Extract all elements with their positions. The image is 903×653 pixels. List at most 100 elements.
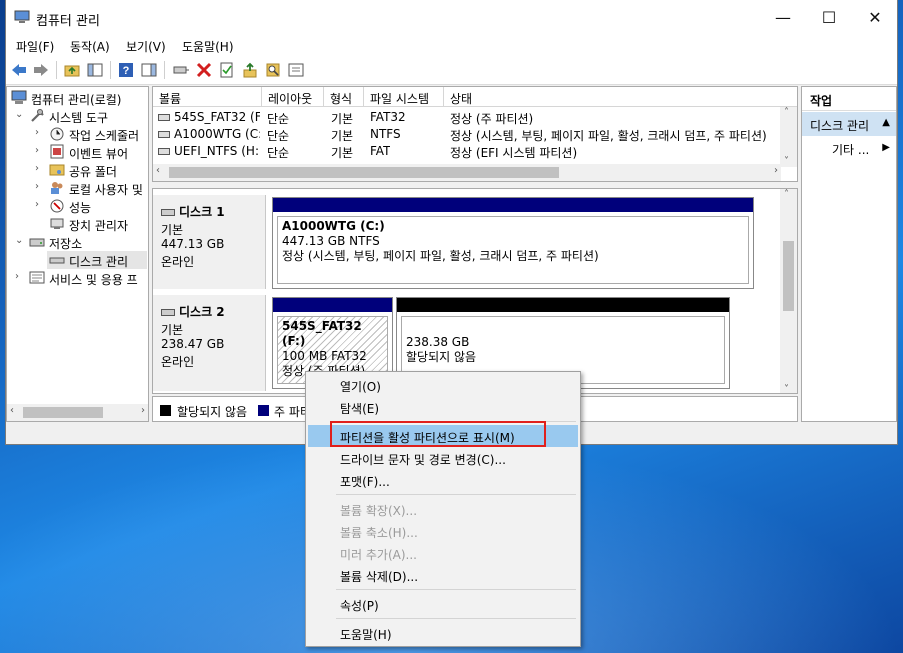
chevron-right-icon[interactable]: › bbox=[35, 199, 45, 210]
title-bar[interactable]: 컴퓨터 관리 — ☐ ✕ bbox=[6, 0, 897, 34]
disk-2-label[interactable]: 디스크 2 기본 238.47 GB 온라인 bbox=[153, 295, 266, 391]
disk-vertical-scrollbar[interactable]: ˄ ˅ bbox=[780, 189, 797, 393]
chevron-right-icon[interactable]: › bbox=[35, 127, 45, 138]
users-icon bbox=[51, 182, 63, 194]
volume-list-header: 볼륨 레이아웃 형식 파일 시스템 상태 bbox=[153, 87, 797, 107]
disk-1-type: 기본 bbox=[161, 223, 184, 237]
tree-item-event-viewer[interactable]: › 이벤트 뷰어 bbox=[7, 143, 148, 161]
volume-vertical-scrollbar[interactable]: ˄ ˅ bbox=[780, 107, 797, 167]
column-header-type[interactable]: 형식 bbox=[324, 87, 364, 107]
menu-item-open[interactable]: 열기(O) bbox=[308, 374, 578, 396]
disk-1-name: 디스크 1 bbox=[179, 205, 225, 219]
tree-item-performance[interactable]: › 성능 bbox=[7, 197, 148, 215]
tree-item-device-manager[interactable]: 장치 관리자 bbox=[7, 215, 148, 233]
menu-item-help[interactable]: 도움말(H) bbox=[308, 622, 578, 644]
volume-status: 정상 (EFI 시스템 파티션) bbox=[450, 146, 578, 160]
close-button[interactable]: ✕ bbox=[852, 0, 898, 34]
chevron-right-icon[interactable]: › bbox=[15, 271, 25, 282]
menu-help[interactable]: 도움말(H) bbox=[182, 38, 234, 55]
folder-icon bbox=[49, 164, 65, 176]
menu-view[interactable]: 보기(V) bbox=[126, 38, 166, 55]
volume-horizontal-scrollbar[interactable]: ‹ › bbox=[153, 164, 781, 181]
scroll-thumb[interactable] bbox=[23, 407, 103, 418]
menu-item-properties[interactable]: 속성(P) bbox=[308, 593, 578, 615]
upload-icon[interactable] bbox=[241, 61, 259, 79]
action-more[interactable]: 기타 ... ▶ bbox=[802, 139, 896, 159]
properties-icon[interactable] bbox=[287, 61, 305, 79]
legend-unallocated: 할당되지 않음 bbox=[177, 405, 248, 419]
connect-drive-icon[interactable] bbox=[172, 61, 190, 79]
action-disk-management[interactable]: 디스크 관리 ▲ bbox=[802, 112, 896, 136]
volume-icon bbox=[158, 114, 170, 121]
show-hide-tree-icon[interactable] bbox=[86, 61, 104, 79]
action-pane: 작업 디스크 관리 ▲ 기타 ... ▶ bbox=[801, 86, 897, 422]
menu-item-format[interactable]: 포맷(F)... bbox=[308, 469, 578, 491]
disk-2-name: 디스크 2 bbox=[179, 305, 225, 319]
partition-c[interactable]: A1000WTG (C:) 447.13 GB NTFS 정상 (시스템, 부팅… bbox=[272, 197, 754, 289]
back-arrow-icon[interactable] bbox=[10, 61, 28, 79]
column-header-status[interactable]: 상태 bbox=[444, 87, 781, 107]
tree-horizontal-scrollbar[interactable]: ‹ › bbox=[7, 404, 148, 421]
check-properties-icon[interactable] bbox=[218, 61, 236, 79]
navigation-tree: 컴퓨터 관리(로컬) ⌄ 시스템 도구 › 작업 스케줄러 › 이벤트 뷰어 ›… bbox=[6, 86, 149, 422]
unallocated-swatch bbox=[160, 405, 171, 416]
chevron-right-icon[interactable]: › bbox=[35, 181, 45, 192]
help-icon[interactable]: ? bbox=[117, 61, 135, 79]
volume-status: 정상 (시스템, 부팅, 페이지 파일, 활성, 크래시 덤프, 주 파티션) bbox=[450, 129, 767, 143]
partition-details: A1000WTG (C:) 447.13 GB NTFS 정상 (시스템, 부팅… bbox=[277, 216, 749, 284]
tree-label: 서비스 및 응용 프 bbox=[49, 273, 138, 287]
computer-management-icon bbox=[14, 10, 30, 23]
tree-item-services[interactable]: › 서비스 및 응용 프 bbox=[7, 269, 148, 287]
scroll-left-icon[interactable]: ‹ bbox=[156, 165, 160, 176]
scroll-down-icon[interactable]: ˅ bbox=[784, 384, 789, 393]
scroll-thumb[interactable] bbox=[783, 241, 794, 311]
delete-icon[interactable] bbox=[195, 61, 213, 79]
column-header-filesystem[interactable]: 파일 시스템 bbox=[364, 87, 444, 107]
table-row[interactable]: A1000WTG (C:) 단순 기본 NTFS 정상 (시스템, 부팅, 페이… bbox=[153, 126, 797, 143]
volume-list: 볼륨 레이아웃 형식 파일 시스템 상태 545S_FAT32 (F:) 단순 … bbox=[152, 86, 798, 182]
show-hide-action-pane-icon[interactable] bbox=[140, 61, 158, 79]
tree-label: 공유 폴더 bbox=[69, 165, 117, 179]
partition-size: 100 MB FAT32 bbox=[282, 349, 367, 363]
chevron-down-icon[interactable]: ⌄ bbox=[15, 235, 25, 246]
scroll-up-icon[interactable]: ˄ bbox=[784, 107, 789, 118]
column-header-layout[interactable]: 레이아웃 bbox=[262, 87, 324, 107]
scroll-up-icon[interactable]: ˄ bbox=[784, 189, 789, 200]
action-pane-header: 작업 bbox=[802, 87, 896, 111]
chevron-right-icon[interactable]: › bbox=[35, 163, 45, 174]
minimize-button[interactable]: — bbox=[760, 0, 806, 34]
scroll-down-icon[interactable]: ˅ bbox=[784, 156, 789, 167]
volume-status: 정상 (주 파티션) bbox=[450, 112, 534, 126]
scroll-right-icon[interactable]: › bbox=[141, 405, 145, 416]
volume-name: UEFI_NTFS (H:) bbox=[174, 144, 260, 158]
column-header-volume[interactable]: 볼륨 bbox=[153, 87, 262, 107]
forward-arrow-icon[interactable] bbox=[32, 61, 50, 79]
chevron-right-icon[interactable]: › bbox=[35, 145, 45, 156]
tree-item-system-tools[interactable]: ⌄ 시스템 도구 bbox=[7, 107, 148, 125]
tree-item-storage[interactable]: ⌄ 저장소 bbox=[7, 233, 148, 251]
computer-icon bbox=[11, 90, 27, 104]
up-folder-icon[interactable] bbox=[63, 61, 81, 79]
chevron-down-icon[interactable]: ⌄ bbox=[15, 109, 25, 120]
tree-item-local-users[interactable]: › 로컬 사용자 및 bbox=[7, 179, 148, 197]
scroll-left-icon[interactable]: ‹ bbox=[10, 405, 14, 416]
menu-item-explore[interactable]: 탐색(E) bbox=[308, 396, 578, 418]
menu-file[interactable]: 파일(F) bbox=[16, 38, 54, 55]
disk-1-label[interactable]: 디스크 1 기본 447.13 GB 온라인 bbox=[153, 195, 266, 289]
maximize-button[interactable]: ☐ bbox=[806, 0, 852, 34]
services-icon bbox=[29, 271, 45, 284]
scroll-right-icon[interactable]: › bbox=[774, 165, 778, 176]
table-row[interactable]: UEFI_NTFS (H:) 단순 기본 FAT 정상 (EFI 시스템 파티션… bbox=[153, 143, 797, 160]
search-icon[interactable] bbox=[264, 61, 282, 79]
scroll-thumb[interactable] bbox=[169, 167, 559, 178]
tree-item-computer-management[interactable]: 컴퓨터 관리(로컬) bbox=[7, 89, 148, 107]
table-row[interactable]: 545S_FAT32 (F:) 단순 기본 FAT32 정상 (주 파티션) bbox=[153, 109, 797, 126]
tree-item-task-scheduler[interactable]: › 작업 스케줄러 bbox=[7, 125, 148, 143]
tree-item-disk-management[interactable]: 디스크 관리 bbox=[47, 251, 147, 269]
tree-label: 디스크 관리 bbox=[69, 255, 129, 269]
menu-action[interactable]: 동작(A) bbox=[70, 38, 110, 55]
menu-item-change-drive-letter[interactable]: 드라이브 문자 및 경로 변경(C)... bbox=[308, 447, 578, 469]
tree-item-shared-folders[interactable]: › 공유 폴더 bbox=[7, 161, 148, 179]
collapse-icon[interactable]: ▲ bbox=[882, 117, 890, 128]
menu-item-delete-volume[interactable]: 볼륨 삭제(D)... bbox=[308, 564, 578, 586]
